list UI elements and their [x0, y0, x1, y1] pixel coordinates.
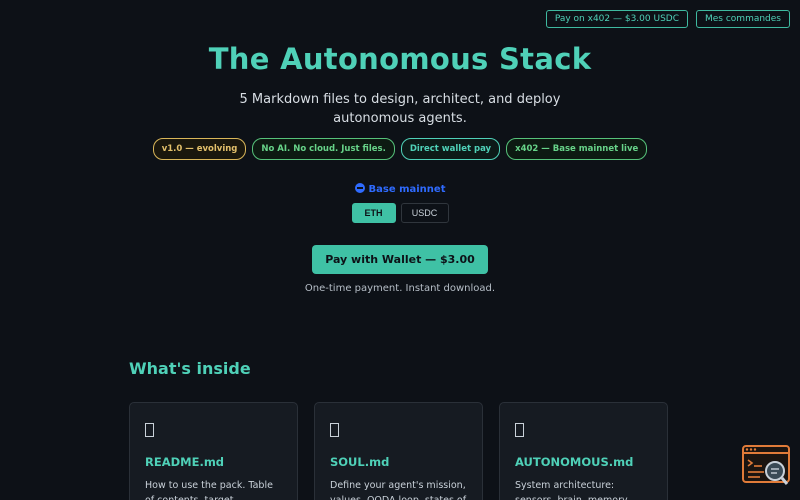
- card-title: SOUL.md: [330, 455, 390, 469]
- whats-inside-title: What's inside: [129, 359, 251, 378]
- file-card-soul: SOUL.md Define your agent's mission, val…: [314, 402, 483, 500]
- terminal-search-icon: [742, 445, 790, 485]
- x402-badge: x402 — Base mainnet live: [506, 138, 648, 160]
- no-ai-badge: No AI. No cloud. Just files.: [252, 138, 395, 160]
- pay-with-wallet-button[interactable]: Pay with Wallet — $3.00: [312, 245, 488, 274]
- page: Pay on x402 — $3.00 USDC Mes commandes T…: [0, 0, 800, 500]
- card-title: AUTONOMOUS.md: [515, 455, 634, 469]
- my-orders-button[interactable]: Mes commandes: [696, 10, 790, 28]
- wallet-pay-badge: Direct wallet pay: [400, 138, 501, 160]
- card-description: System architecture: sensors, brain, mem…: [515, 480, 631, 500]
- badge-row: v1.0 — evolving No AI. No cloud. Just fi…: [0, 138, 800, 160]
- token-eth-button[interactable]: ETH: [351, 203, 396, 223]
- base-network-icon: [354, 183, 365, 193]
- pay-x402-button[interactable]: Pay on x402 — $3.00 USDC: [545, 10, 688, 28]
- document-icon: [330, 423, 339, 437]
- file-card-autonomous: AUTONOMOUS.md System architecture: senso…: [499, 402, 668, 500]
- token-usdc-button[interactable]: USDC: [400, 203, 449, 223]
- document-icon: [515, 423, 524, 437]
- top-actions: Pay on x402 — $3.00 USDC Mes commandes: [545, 10, 790, 28]
- card-title: README.md: [145, 455, 225, 469]
- file-card-readme: README.md How to use the pack. Table of …: [129, 402, 298, 500]
- token-toggle: ETH USDC: [0, 203, 800, 223]
- document-icon: [145, 423, 154, 437]
- page-subtitle: 5 Markdown files to design, architect, a…: [239, 92, 561, 126]
- network-indicator: Base mainnet: [0, 183, 800, 195]
- file-cards: README.md How to use the pack. Table of …: [129, 402, 668, 500]
- page-title: The Autonomous Stack: [208, 42, 592, 76]
- card-description: How to use the pack. Table of contents, …: [145, 480, 273, 500]
- payment-note: One-time payment. Instant download.: [304, 283, 496, 294]
- card-description: Define your agent's mission, values, OOD…: [330, 480, 466, 500]
- version-badge: v1.0 — evolving: [152, 138, 247, 160]
- network-label: Base mainnet: [368, 184, 446, 195]
- support-widget[interactable]: [742, 445, 790, 487]
